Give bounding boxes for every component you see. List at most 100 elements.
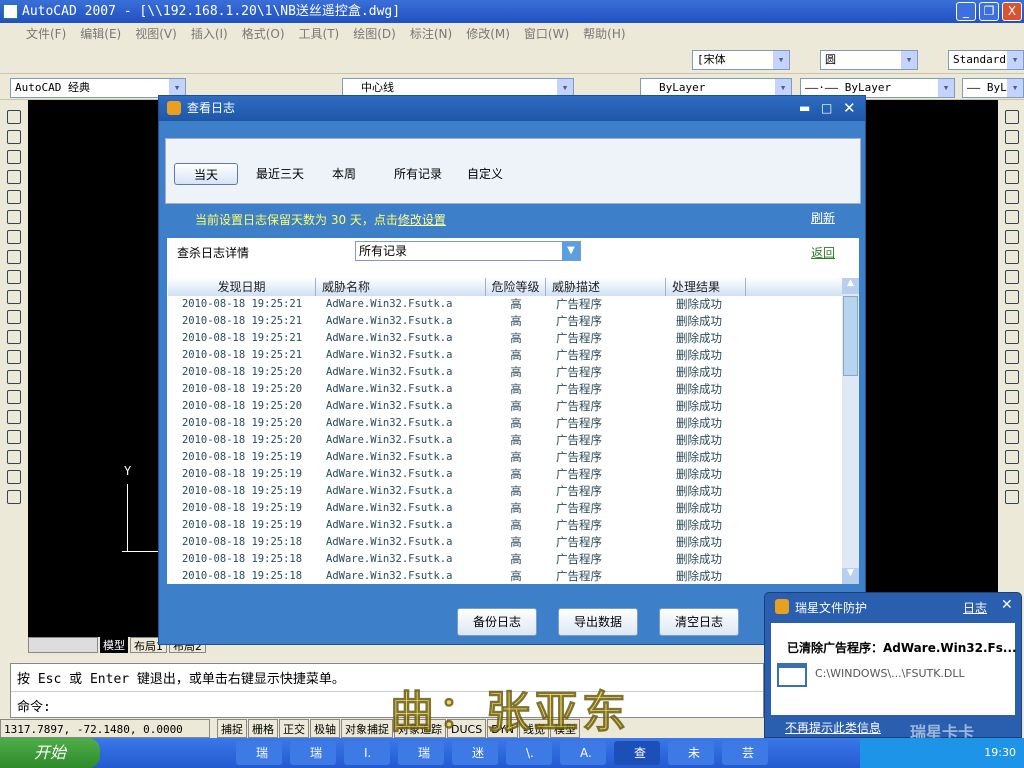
table-row[interactable]: 2010-08-18 19:25:18 AdWare.Win32.Fsutk.a 高… xyxy=(168,551,842,568)
table-row[interactable]: 2010-08-18 19:25:18 AdWare.Win32.Fsutk.a 高… xyxy=(168,534,842,551)
dialog-close-button[interactable]: ✕ xyxy=(843,96,856,121)
tool-icon[interactable] xyxy=(1005,410,1019,424)
status-toggle[interactable]: 正交 xyxy=(279,719,309,738)
tool-icon[interactable] xyxy=(1005,330,1019,344)
column-header[interactable]: 威胁名称 xyxy=(316,278,486,296)
tool-icon[interactable] xyxy=(7,230,21,244)
dialog-maximize-button[interactable]: □ xyxy=(821,96,832,121)
tool-icon[interactable] xyxy=(1005,290,1019,304)
menu-item[interactable]: 窗口(W) xyxy=(524,23,569,46)
menu-item[interactable]: 格式(O) xyxy=(242,23,285,46)
taskbar-button[interactable]: 查 xyxy=(614,741,660,765)
scroll-down-button[interactable]: ▼ xyxy=(842,568,859,584)
tool-icon[interactable] xyxy=(7,130,21,144)
tab-3[interactable]: 所有记录 xyxy=(386,163,450,185)
tool-icon[interactable] xyxy=(7,330,21,344)
tool-icon[interactable] xyxy=(7,490,21,504)
table-row[interactable]: 2010-08-18 19:25:19 AdWare.Win32.Fsutk.a 高… xyxy=(168,466,842,483)
tab-nav-buttons[interactable] xyxy=(28,637,98,653)
tab-2[interactable]: 本周 xyxy=(326,163,362,185)
taskbar-button[interactable]: 芸 xyxy=(722,741,768,765)
filter-select[interactable]: 所有记录 ▼ xyxy=(355,241,581,261)
modify-settings-link[interactable]: 修改设置 xyxy=(398,213,446,227)
table-row[interactable]: 2010-08-18 19:25:20 AdWare.Win32.Fsutk.a 高… xyxy=(168,398,842,415)
taskbar-button[interactable]: 瑞 xyxy=(290,741,336,765)
tool-icon[interactable] xyxy=(1005,450,1019,464)
scroll-thumb[interactable] xyxy=(843,296,858,376)
tool-icon[interactable] xyxy=(7,350,21,364)
menu-item[interactable]: 工具(T) xyxy=(299,23,340,46)
tool-icon[interactable] xyxy=(1005,490,1019,504)
status-toggle[interactable]: 栅格 xyxy=(248,719,278,738)
menu-item[interactable]: 插入(I) xyxy=(191,23,228,46)
tool-icon[interactable] xyxy=(1005,230,1019,244)
tool-icon[interactable] xyxy=(1005,310,1019,324)
menu-item[interactable]: 视图(V) xyxy=(135,23,177,46)
popup-log-link[interactable]: 日志 xyxy=(963,599,987,616)
taskbar-button[interactable]: 瑞 xyxy=(398,741,444,765)
tool-icon[interactable] xyxy=(1005,250,1019,264)
restore-button[interactable]: ❐ xyxy=(979,2,999,21)
dont-show-again-link[interactable]: 不再提示此类信息 xyxy=(785,719,881,736)
table-row[interactable]: 2010-08-18 19:25:19 AdWare.Win32.Fsutk.a 高… xyxy=(168,517,842,534)
status-toggle[interactable]: 对象捕捉 xyxy=(341,719,393,738)
tool-icon[interactable] xyxy=(7,210,21,224)
dialog-button-0[interactable]: 备份日志 xyxy=(457,608,537,636)
status-toggle[interactable]: 极轴 xyxy=(310,719,340,738)
tool-icon[interactable] xyxy=(1005,130,1019,144)
tool-icon[interactable] xyxy=(7,270,21,284)
tab-1[interactable]: 最近三天 xyxy=(248,163,312,185)
menu-item[interactable]: 标注(N) xyxy=(410,23,452,46)
tool-icon[interactable] xyxy=(7,190,21,204)
table-row[interactable]: 2010-08-18 19:25:20 AdWare.Win32.Fsutk.a 高… xyxy=(168,381,842,398)
start-button[interactable]: 开始 xyxy=(0,738,100,768)
table-row[interactable]: 2010-08-18 19:25:20 AdWare.Win32.Fsutk.a 高… xyxy=(168,432,842,449)
dialog-button-2[interactable]: 清空日志 xyxy=(659,608,739,636)
tool-icon[interactable] xyxy=(7,390,21,404)
tool-icon[interactable] xyxy=(7,150,21,164)
table-row[interactable]: 2010-08-18 19:25:19 AdWare.Win32.Fsutk.a 高… xyxy=(168,449,842,466)
menu-item[interactable]: 帮助(H) xyxy=(583,23,625,46)
close-button[interactable]: X xyxy=(1002,2,1022,21)
minimize-button[interactable]: _ xyxy=(956,2,976,21)
column-header[interactable]: 发现日期 xyxy=(168,278,316,296)
tab-0[interactable]: 当天 xyxy=(174,163,238,185)
tool-icon[interactable] xyxy=(7,450,21,464)
scroll-up-button[interactable]: ▲ xyxy=(842,278,859,294)
column-header[interactable]: 威胁描述 xyxy=(546,278,666,296)
tool-icon[interactable] xyxy=(1005,390,1019,404)
tool-icon[interactable] xyxy=(1005,150,1019,164)
menu-item[interactable]: 编辑(E) xyxy=(80,23,121,46)
dialog-minimize-button[interactable]: ▬ xyxy=(799,96,810,121)
status-toggle[interactable]: 捕捉 xyxy=(217,719,247,738)
menu-item[interactable]: 绘图(D) xyxy=(353,23,396,46)
textstyle-combo[interactable]: Standard xyxy=(948,50,1024,70)
table-row[interactable]: 2010-08-18 19:25:21 AdWare.Win32.Fsutk.a 高… xyxy=(168,296,842,313)
tool-icon[interactable] xyxy=(7,110,21,124)
menu-item[interactable]: 修改(M) xyxy=(466,23,510,46)
table-row[interactable]: 2010-08-18 19:25:19 AdWare.Win32.Fsutk.a 高… xyxy=(168,483,842,500)
tool-icon[interactable] xyxy=(7,410,21,424)
dialog-button-1[interactable]: 导出数据 xyxy=(558,608,638,636)
table-row[interactable]: 2010-08-18 19:25:19 AdWare.Win32.Fsutk.a 高… xyxy=(168,500,842,517)
table-row[interactable]: 2010-08-18 19:25:18 AdWare.Win32.Fsutk.a 高… xyxy=(168,568,842,584)
tool-icon[interactable] xyxy=(1005,170,1019,184)
table-row[interactable]: 2010-08-18 19:25:21 AdWare.Win32.Fsutk.a 高… xyxy=(168,347,842,364)
table-row[interactable]: 2010-08-18 19:25:21 AdWare.Win32.Fsutk.a 高… xyxy=(168,330,842,347)
command-prompt[interactable]: 命令: xyxy=(11,692,763,719)
tool-icon[interactable] xyxy=(1005,190,1019,204)
font-combo[interactable]: [宋体 xyxy=(692,50,790,70)
dimstyle-combo[interactable]: 圆 xyxy=(820,50,918,70)
taskbar-button[interactable]: 迷 xyxy=(452,741,498,765)
taskbar-button[interactable]: 未 xyxy=(668,741,714,765)
popup-close-button[interactable]: ✕ xyxy=(1001,597,1013,613)
taskbar-button[interactable]: I. xyxy=(344,741,390,765)
tool-icon[interactable] xyxy=(7,470,21,484)
refresh-link[interactable]: 刷新 xyxy=(811,209,835,226)
tab-4[interactable]: 自定义 xyxy=(460,163,510,185)
back-link[interactable]: 返回 xyxy=(811,244,835,261)
tool-icon[interactable] xyxy=(7,250,21,264)
tool-icon[interactable] xyxy=(7,430,21,444)
lineweight-combo[interactable]: —— ByL xyxy=(962,78,1024,98)
taskbar-button[interactable]: A. xyxy=(560,741,606,765)
